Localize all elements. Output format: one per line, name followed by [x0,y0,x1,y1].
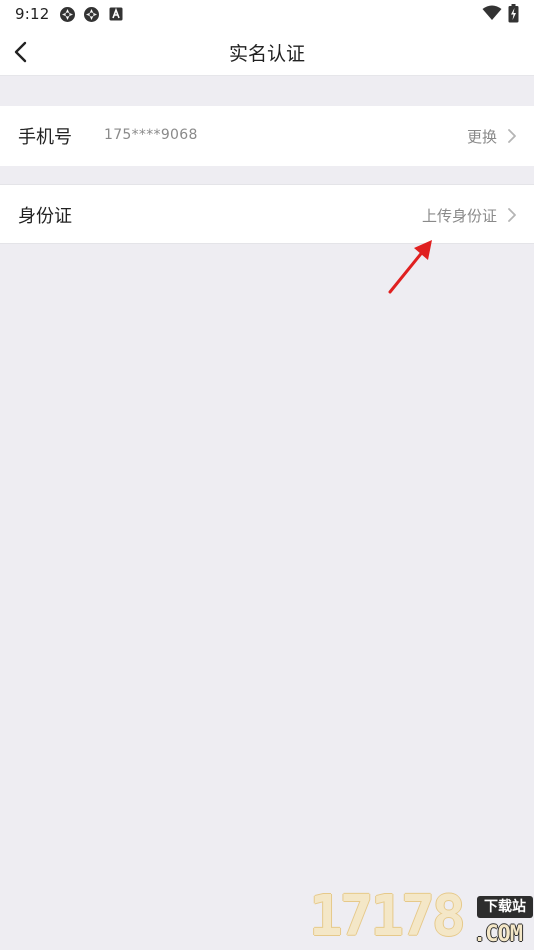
watermark-logo: 17178 下载站 .COM [305,886,534,950]
chevron-right-icon [507,128,517,144]
status-time: 9:12 [15,5,50,23]
watermark-badge: 下载站 [477,896,533,918]
watermark-domain: .COM [473,922,523,947]
a-notification-icon [109,7,123,21]
change-phone-button[interactable]: 更换 [467,126,497,147]
screen: 9:12 实名认证 手机号 175****9068 更换 身份证 上传身份证 1… [0,0,534,950]
phone-label: 手机号 [18,127,72,148]
wifi-icon [482,5,502,21]
annotation-arrow-icon [380,234,440,302]
battery-charging-icon [508,4,519,23]
id-card-row[interactable]: 身份证 上传身份证 [0,184,534,244]
nav-bar: 实名认证 [0,28,534,76]
chevron-right-icon [507,207,517,223]
phone-row[interactable]: 手机号 175****9068 更换 [0,106,534,166]
phone-number-value: 175****9068 [104,127,198,143]
upload-id-card-button[interactable]: 上传身份证 [422,205,497,226]
app-notification-icon [83,6,100,23]
app-notification-icon [59,6,76,23]
watermark-number: 17178 [309,884,466,949]
page-title: 实名认证 [228,43,305,65]
status-bar: 9:12 [0,0,534,28]
id-card-label: 身份证 [18,206,72,227]
